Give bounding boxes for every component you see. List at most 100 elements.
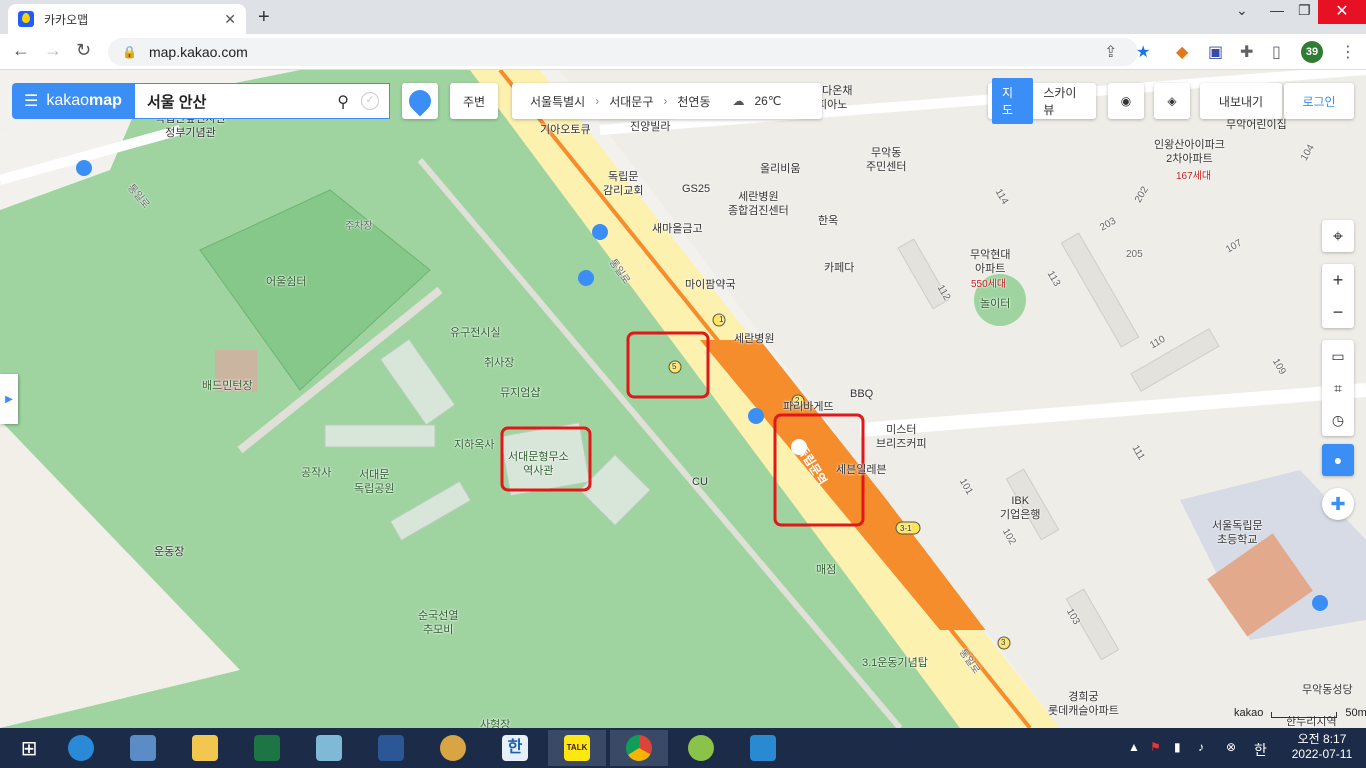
nearby-button[interactable]: 주변 xyxy=(450,83,498,119)
place-label[interactable]: 매점 xyxy=(816,563,836,577)
place-label[interactable]: CU xyxy=(692,475,708,489)
place-label[interactable]: IBK 기업은행 xyxy=(1000,494,1040,522)
zoom-in-button[interactable]: + xyxy=(1322,264,1354,296)
place-label[interactable]: 주차장 xyxy=(345,220,373,234)
extensions-puzzle-icon[interactable]: ✚ xyxy=(1240,42,1253,62)
kakaomap-logo-button[interactable]: ☰ kakao map xyxy=(12,83,134,119)
tray-expand-icon[interactable]: ▲ xyxy=(1128,740,1140,754)
place-label[interactable]: 세란병원 xyxy=(734,332,774,346)
place-label[interactable]: 기아오토큐 xyxy=(540,123,591,137)
compass-icon[interactable]: ◷ xyxy=(1322,404,1354,436)
place-label[interactable]: 진양빌라 xyxy=(630,120,670,134)
ime-indicator[interactable]: 한 xyxy=(1254,740,1267,760)
signal-icon[interactable]: ▮ xyxy=(1174,740,1181,754)
new-tab-button[interactable]: + xyxy=(258,6,270,29)
start-button[interactable]: ⊞ xyxy=(0,730,58,766)
area-measure-icon[interactable]: ⌗ xyxy=(1322,372,1354,404)
volume-icon[interactable]: ♪ xyxy=(1198,740,1204,754)
app-taskbar-button[interactable] xyxy=(672,730,730,766)
paint-taskbar-button[interactable] xyxy=(424,730,482,766)
photo-taskbar-button[interactable] xyxy=(734,730,792,766)
place-label[interactable]: 취사장 xyxy=(484,356,514,370)
back-arrow-icon[interactable]: ← xyxy=(12,40,30,61)
tab-search-icon[interactable]: ⌄ xyxy=(1236,2,1248,19)
check-icon[interactable]: ✓ xyxy=(361,92,379,110)
crumb-city[interactable]: 서울특별시 xyxy=(530,93,585,110)
reload-icon[interactable]: ↻ xyxy=(76,40,91,61)
place-label[interactable]: 카페다 xyxy=(824,261,854,275)
place-label[interactable]: 서대문 독립공원 xyxy=(354,468,394,496)
network-warning-icon[interactable]: ⚑ xyxy=(1150,740,1161,754)
extension-icon[interactable]: ▣ xyxy=(1208,42,1223,62)
control-panel-taskbar-button[interactable] xyxy=(114,730,172,766)
place-label[interactable]: 마이팜약국 xyxy=(685,278,736,292)
place-label[interactable]: 올리비움 xyxy=(760,162,800,176)
panel-expand-button[interactable]: ▶ xyxy=(0,374,18,424)
chrome-taskbar-button[interactable] xyxy=(610,730,668,766)
forward-arrow-icon[interactable]: → xyxy=(44,40,62,61)
place-label[interactable]: 무악현대 아파트 xyxy=(970,248,1010,276)
map-mode-button[interactable]: 지도 xyxy=(992,78,1034,124)
explorer-taskbar-button[interactable] xyxy=(176,730,234,766)
place-label[interactable]: 경희궁 롯데캐슬아파트 xyxy=(1048,690,1119,718)
skyview-mode-button[interactable]: 스카이뷰 xyxy=(1037,78,1092,124)
place-label[interactable]: 서울독립문 초등학교 xyxy=(1212,519,1263,547)
ie-taskbar-button[interactable] xyxy=(52,730,110,766)
search-icon[interactable]: ⚲ xyxy=(337,92,349,112)
place-label[interactable]: 무악동 주민센터 xyxy=(866,146,906,174)
place-label[interactable]: 독립문 감리교회 xyxy=(603,170,643,198)
place-label[interactable]: 한옥 xyxy=(818,214,838,228)
crumb-district[interactable]: 서대문구 xyxy=(609,93,653,110)
layers-button[interactable]: ◈ xyxy=(1154,83,1190,119)
place-label[interactable]: 3.1운동기념탑 xyxy=(862,656,928,670)
browser-tab[interactable]: 카카오맵 ✕ xyxy=(8,4,246,34)
place-label[interactable]: 순국선열 추모비 xyxy=(418,609,458,637)
place-label[interactable]: 유구전시실 xyxy=(450,326,501,340)
bookmark-star-icon[interactable]: ★ xyxy=(1136,42,1150,62)
place-label[interactable]: 무악동성당 xyxy=(1302,683,1353,697)
notes-taskbar-button[interactable] xyxy=(300,730,358,766)
place-label[interactable]: 파리바게뜨 xyxy=(783,400,834,414)
place-label[interactable]: 무악어린이집 xyxy=(1226,118,1287,132)
address-bar[interactable]: 🔒 map.kakao.com xyxy=(108,38,1138,66)
place-label[interactable]: 사형장 xyxy=(480,718,510,728)
crumb-dong[interactable]: 천연동 xyxy=(677,93,710,110)
share-icon[interactable]: ⇪ xyxy=(1104,42,1117,62)
search-input[interactable]: 서울 안산 ⚲ ✓ xyxy=(134,83,390,119)
map-canvas[interactable]: 독립문역 통일로 통일로 통일로 1 5 2 3 3-1 곽다온채 피아노 독립… xyxy=(0,70,1366,728)
place-label[interactable]: 어울쉼터 xyxy=(266,275,306,289)
my-location-pin-button[interactable] xyxy=(402,83,438,119)
place-label[interactable]: 지하옥사 xyxy=(454,438,494,452)
location-dot-icon[interactable]: ● xyxy=(1322,444,1354,476)
notification-icon[interactable]: ⊗ xyxy=(1226,740,1236,754)
place-label[interactable]: 미스터 브리즈커피 xyxy=(876,423,927,451)
ruler-icon[interactable]: ▭ xyxy=(1322,340,1354,372)
place-label[interactable]: 배드민턴장 xyxy=(202,379,253,393)
gps-icon[interactable]: ⌖ xyxy=(1322,220,1354,252)
place-label[interactable]: 세븐일레븐 xyxy=(836,463,887,477)
word-taskbar-button[interactable] xyxy=(362,730,420,766)
side-panel-icon[interactable]: ▯ xyxy=(1272,42,1281,62)
login-button[interactable]: 로그인 xyxy=(1284,83,1354,119)
excel-taskbar-button[interactable] xyxy=(238,730,296,766)
minimize-button[interactable]: — xyxy=(1270,2,1284,18)
metamask-extension-icon[interactable]: ◆ xyxy=(1176,42,1188,62)
place-label[interactable]: 세란병원 종합검진센터 xyxy=(728,190,789,218)
export-button[interactable]: 내보내기 xyxy=(1200,83,1282,119)
browser-menu-icon[interactable]: ⋮ xyxy=(1340,42,1356,62)
maximize-button[interactable]: ❐ xyxy=(1298,2,1311,19)
add-pin-icon[interactable]: ✚ xyxy=(1322,488,1354,520)
hangul-taskbar-button[interactable]: 한 xyxy=(486,730,544,766)
place-label[interactable]: 새마을금고 xyxy=(652,222,703,236)
profile-avatar[interactable]: 39 xyxy=(1301,41,1323,63)
system-clock[interactable]: 오전 8:17 2022-07-11 xyxy=(1286,732,1358,762)
place-label[interactable]: 인왕산아이파크 2차아파트 xyxy=(1154,138,1225,166)
place-label[interactable]: BBQ xyxy=(850,387,873,401)
road-view-button[interactable]: ◉ xyxy=(1108,83,1144,119)
zoom-out-button[interactable]: − xyxy=(1322,296,1354,328)
menu-icon[interactable]: ☰ xyxy=(24,91,38,111)
place-label[interactable]: 운동장 xyxy=(154,545,184,559)
kakaotalk-taskbar-button[interactable]: TALK xyxy=(548,730,606,766)
place-label[interactable]: GS25 xyxy=(682,182,710,196)
place-label[interactable]: 뮤지엄샵 xyxy=(500,386,540,400)
